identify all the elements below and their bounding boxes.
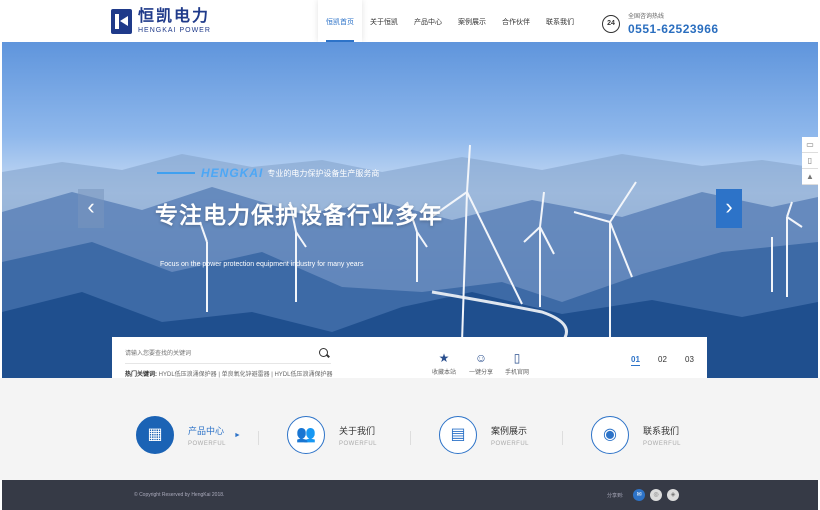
banner-title: 专注电力保护设备行业多年: [155, 202, 443, 228]
side-toolbar: ▭ ▯ ▲: [802, 137, 818, 185]
banner-accent-line: [157, 172, 195, 174]
search-icon[interactable]: [319, 348, 328, 357]
hotline-number: 0551-62523966: [628, 22, 719, 36]
slide-pager-1[interactable]: 01: [631, 355, 640, 366]
service-title: 产品中心: [188, 425, 225, 436]
grid-apps-icon: ▦: [136, 416, 174, 454]
search-panel: 热门关键词: HYDL低压浪涌保护器 | 单良氧化锌避雷器 | HYDL低压浪涌…: [112, 337, 707, 378]
service-subtitle: POWERFUL: [491, 440, 530, 447]
banner-prev-button[interactable]: ‹: [78, 189, 104, 228]
services-section: ▦ 产品中心 POWERFUL ► 👥 关于我们 POWERFUL ▤ 案例展示…: [0, 378, 820, 480]
weibo-share-icon[interactable]: ◎: [650, 489, 662, 501]
banner-tagline-text: 专业的电力保护设备生产服务商: [267, 168, 380, 178]
nav-item-home[interactable]: 恒凯首页: [318, 0, 362, 42]
qzone-share-icon[interactable]: ◈: [667, 489, 679, 501]
star-icon: ★: [438, 351, 450, 365]
back-to-top-icon[interactable]: ▲: [802, 169, 818, 185]
phone-24h-icon: 24: [602, 14, 620, 33]
banner-tagline: HENGKAI 专业的电力保护设备生产服务商: [157, 166, 379, 180]
divider: [562, 431, 563, 445]
slide-pager-3[interactable]: 03: [685, 355, 694, 364]
banner-next-button[interactable]: ›: [716, 189, 742, 228]
document-icon: ▤: [439, 416, 477, 454]
hotline-label: 全国咨询热线: [628, 14, 665, 20]
service-title: 联系我们: [643, 425, 680, 436]
search-underline: [125, 363, 331, 364]
nav-item-about[interactable]: 关于恒凯: [362, 0, 406, 42]
nav-item-products[interactable]: 产品中心: [406, 0, 450, 42]
hotline: 24 全国咨询热线 0551-62523966: [602, 11, 719, 36]
mobile-phone-icon: ▯: [513, 351, 521, 365]
site-logo[interactable]: 恒凯电力 HENGKAI POWER: [111, 9, 211, 34]
side-mobile-icon[interactable]: ▯: [802, 153, 818, 169]
service-products[interactable]: ▦ 产品中心 POWERFUL ►: [136, 416, 241, 454]
mobile-site-button[interactable]: ▯ 手机官网: [497, 351, 537, 376]
service-title: 关于我们: [339, 425, 376, 436]
nav-item-cases[interactable]: 案例展示: [450, 0, 494, 42]
bookmark-label: 收藏本站: [431, 370, 456, 376]
wechat-share-icon[interactable]: ✉: [633, 489, 645, 501]
main-nav: 恒凯首页 关于恒凯 产品中心 案例展示 合作伙伴 联系我们: [318, 0, 582, 42]
logo-en-text: HENGKAI POWER: [138, 27, 211, 34]
service-subtitle: POWERFUL: [643, 440, 682, 447]
service-cases[interactable]: ▤ 案例展示 POWERFUL: [439, 416, 529, 454]
logo-cn-text: 恒凯电力: [138, 8, 211, 25]
service-contact[interactable]: ◉ 联系我们 POWERFUL: [591, 416, 681, 454]
share-button[interactable]: ☺ 一键分享: [461, 351, 501, 376]
banner-brand: HENGKAI: [201, 166, 264, 180]
copyright-text: © Copyright Reserved by HengKai 2018.: [134, 492, 225, 498]
users-icon: 👥: [287, 416, 325, 454]
service-subtitle: POWERFUL: [339, 440, 378, 447]
nav-item-contact[interactable]: 联系我们: [538, 0, 582, 42]
divider: [410, 431, 411, 445]
logo-mark-icon: [111, 9, 132, 34]
hero-banner: HENGKAI 专业的电力保护设备生产服务商 专注电力保护设备行业多年 Focu…: [2, 42, 818, 378]
banner-subtitle-en: Focus on the power protection equipment …: [160, 261, 364, 268]
mobile-site-label: 手机官网: [504, 370, 529, 376]
slide-pager-2[interactable]: 02: [658, 355, 667, 364]
service-title: 案例展示: [491, 425, 528, 436]
share-label: 一键分享: [468, 370, 493, 376]
service-about[interactable]: 👥 关于我们 POWERFUL: [287, 416, 377, 454]
divider: [258, 431, 259, 445]
search-input[interactable]: [125, 347, 325, 361]
bookmark-button[interactable]: ★ 收藏本站: [424, 351, 464, 376]
side-message-icon[interactable]: ▭: [802, 137, 818, 153]
share-to-label: 分享到:: [607, 493, 624, 499]
nav-item-partners[interactable]: 合作伙伴: [494, 0, 538, 42]
site-header: 恒凯电力 HENGKAI POWER 恒凯首页 关于恒凯 产品中心 案例展示 合…: [0, 0, 820, 42]
chat-share-icon: ☺: [474, 351, 488, 365]
site-footer: © Copyright Reserved by HengKai 2018. 分享…: [2, 480, 818, 510]
location-pin-icon: ◉: [591, 416, 629, 454]
arrow-right-icon: ►: [234, 431, 241, 439]
service-subtitle: POWERFUL: [188, 440, 227, 447]
hot-keywords: 热门关键词: HYDL低压浪涌保护器 | 单良氧化锌避雷器 | HYDL低压浪涌…: [125, 369, 332, 378]
